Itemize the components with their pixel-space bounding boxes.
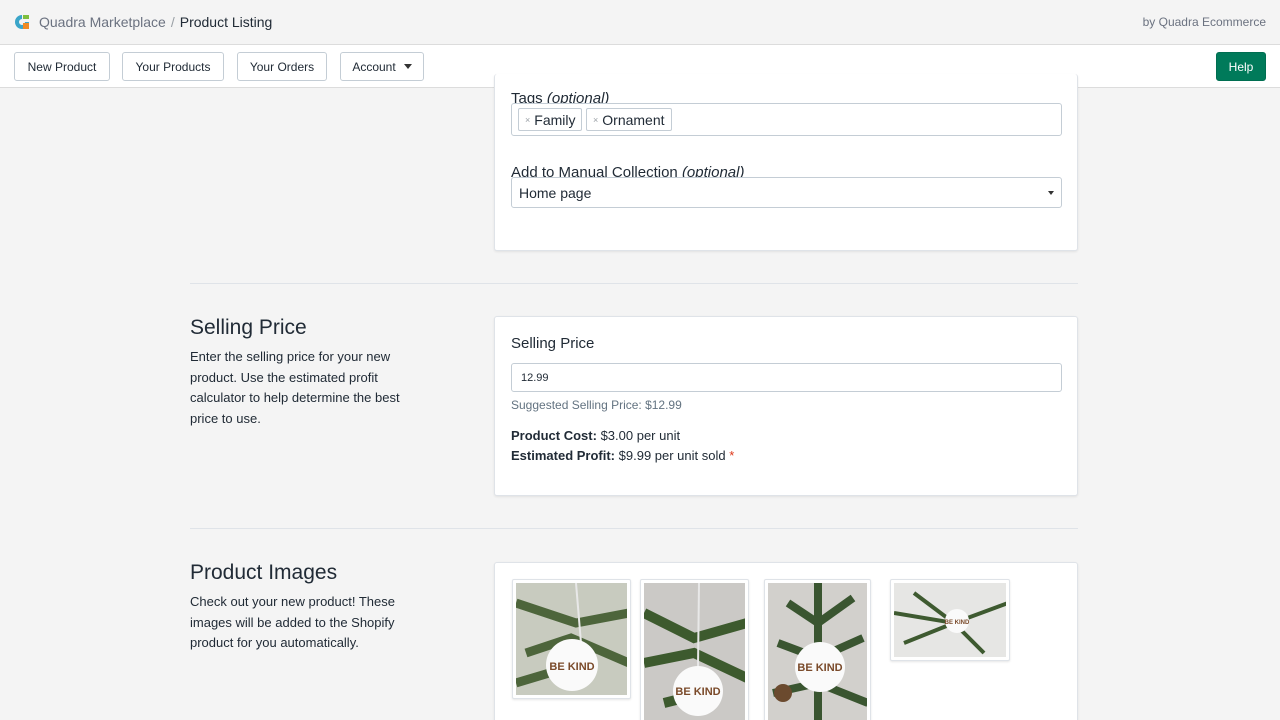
ornament-text: BE KIND bbox=[549, 661, 594, 673]
collection-select-value: Home page bbox=[519, 184, 592, 201]
account-dropdown-button[interactable]: Account bbox=[340, 52, 424, 81]
product-images-section-description: Check out your new product! These images… bbox=[190, 594, 395, 650]
estimated-profit-value: $9.99 per unit sold bbox=[618, 448, 726, 463]
ornament-text: BE KIND bbox=[675, 686, 720, 698]
your-orders-label: Your Orders bbox=[249, 59, 315, 74]
ornament-text: BE KIND bbox=[797, 662, 842, 674]
top-bar: Quadra Marketplace / Product Listing by … bbox=[0, 0, 1280, 45]
selling-price-section-title: Selling Price bbox=[190, 316, 307, 339]
tag-family: × Family bbox=[518, 108, 582, 131]
breadcrumb-separator: / bbox=[170, 14, 175, 30]
byline: by Quadra Ecommerce bbox=[1142, 15, 1266, 29]
help-button[interactable]: Help bbox=[1216, 52, 1266, 81]
product-cost-value: $3.00 per unit bbox=[600, 428, 681, 443]
product-images-card: BE KIND BE KIND BE KIND BE KIND bbox=[494, 562, 1078, 720]
product-images-section-title: Product Images bbox=[190, 561, 338, 584]
required-marker: * bbox=[729, 448, 735, 463]
product-image-thumb[interactable]: BE KIND bbox=[512, 579, 631, 699]
ornament-photo-1-icon: BE KIND bbox=[516, 583, 627, 695]
selling-price-label: Selling Price bbox=[511, 335, 595, 352]
selling-price-input-value: 12.99 bbox=[521, 371, 549, 384]
chevron-down-icon bbox=[403, 64, 412, 69]
product-image-thumb[interactable]: BE KIND bbox=[764, 579, 871, 720]
tag-label: Ornament bbox=[602, 111, 665, 128]
product-cost-line: Product Cost: $3.00 per unit bbox=[511, 428, 680, 443]
selling-price-card: Selling Price 12.99 Suggested Selling Pr… bbox=[494, 316, 1078, 496]
account-label: Account bbox=[352, 59, 396, 74]
help-label: Help bbox=[1228, 59, 1254, 74]
selling-price-section-description: Enter the selling price for your new pro… bbox=[190, 349, 400, 426]
your-products-button[interactable]: Your Products bbox=[122, 52, 224, 81]
ornament-text: BE KIND bbox=[945, 620, 970, 626]
suggested-price-hint: Suggested Selling Price: $12.99 bbox=[511, 398, 682, 412]
estimated-profit-label: Estimated Profit: bbox=[511, 448, 616, 463]
page-title: Product Listing bbox=[179, 14, 273, 30]
product-cost-label: Product Cost: bbox=[511, 428, 597, 443]
select-caret-icon bbox=[1048, 191, 1054, 195]
section-divider bbox=[190, 283, 1078, 284]
collection-select[interactable]: Home page bbox=[511, 177, 1062, 208]
selling-price-input[interactable]: 12.99 bbox=[511, 363, 1062, 392]
remove-tag-icon[interactable]: × bbox=[593, 115, 598, 125]
section-divider bbox=[190, 528, 1078, 529]
tag-label: Family bbox=[534, 111, 576, 128]
ornament-photo-3-icon: BE KIND bbox=[768, 583, 867, 720]
new-product-label: New Product bbox=[27, 59, 97, 74]
breadcrumb: Quadra Marketplace / Product Listing bbox=[39, 14, 272, 30]
tags-input[interactable]: × Family × Ornament bbox=[511, 103, 1062, 136]
tag-ornament: × Ornament bbox=[586, 108, 672, 131]
product-image-thumb[interactable]: BE KIND bbox=[640, 579, 749, 720]
ornament-photo-2-icon: BE KIND bbox=[644, 583, 745, 720]
product-details-card: Tags (optional) × Family × Ornament Add … bbox=[494, 74, 1078, 251]
ornament-photo-4-icon: BE KIND bbox=[894, 583, 1006, 657]
your-products-label: Your Products bbox=[135, 59, 211, 74]
new-product-button[interactable]: New Product bbox=[14, 52, 110, 81]
breadcrumb-parent-link[interactable]: Quadra Marketplace bbox=[39, 14, 166, 30]
quadra-logo-icon bbox=[14, 14, 30, 30]
your-orders-button[interactable]: Your Orders bbox=[237, 52, 327, 81]
estimated-profit-line: Estimated Profit: $9.99 per unit sold * bbox=[511, 448, 734, 463]
remove-tag-icon[interactable]: × bbox=[525, 115, 530, 125]
product-image-thumb[interactable]: BE KIND bbox=[890, 579, 1010, 661]
